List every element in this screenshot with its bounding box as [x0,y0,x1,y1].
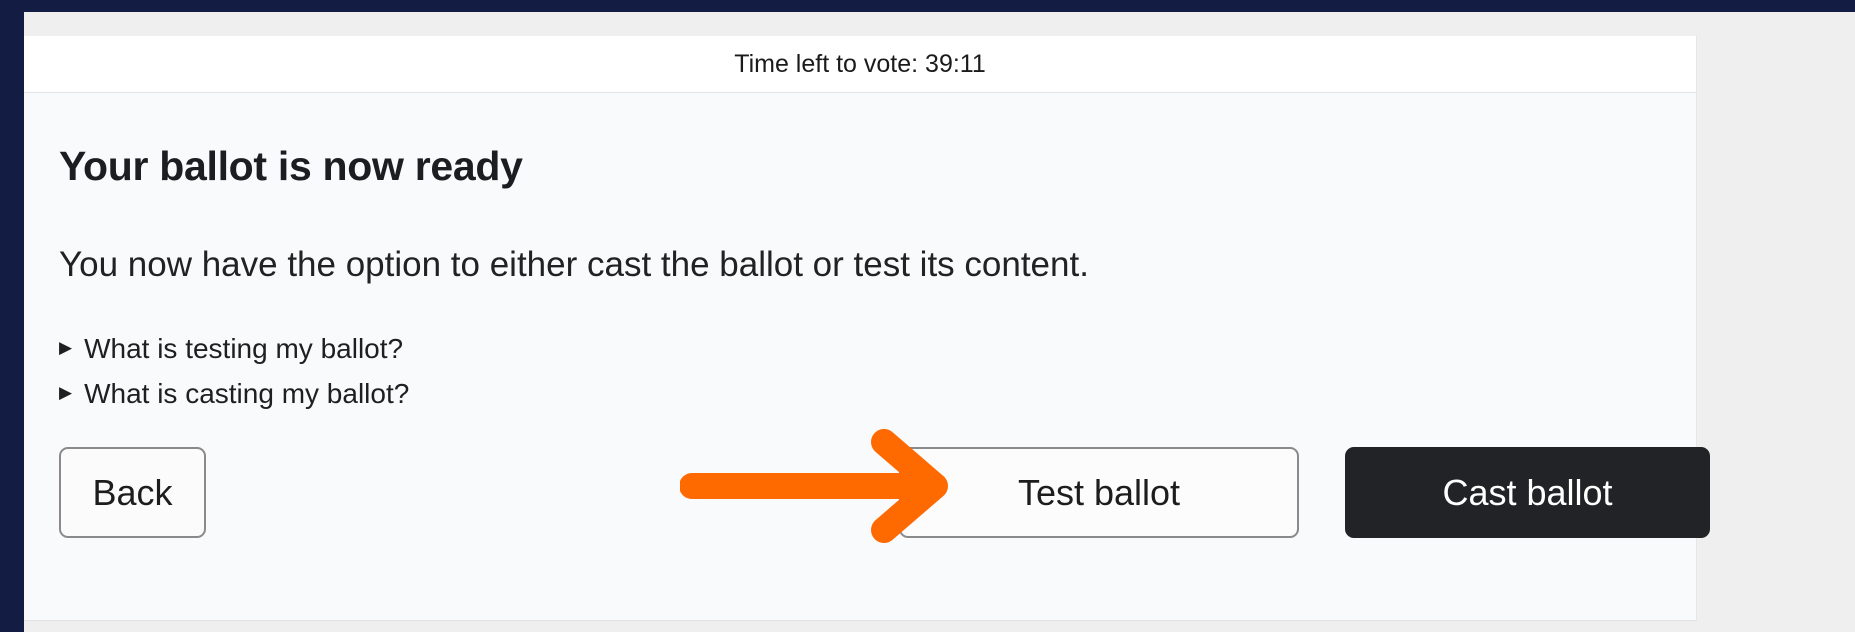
ballot-content: Your ballot is now ready You now have th… [59,93,1710,620]
back-button[interactable]: Back [59,447,206,538]
browser-viewport: Time left to vote: 39:11 Your ballot is … [24,12,1855,632]
time-left-label: Time left to vote: 39:11 [734,49,986,78]
ballot-panel: Time left to vote: 39:11 Your ballot is … [24,36,1710,621]
testing-info-disclosure[interactable]: ▶ What is testing my ballot? [59,333,403,365]
page-title: Your ballot is now ready [59,143,523,189]
disclosure-triangle-icon: ▶ [59,383,73,402]
disclosure-label: What is testing my ballot? [84,333,404,364]
ballot-description: You now have the option to either cast t… [59,245,1089,284]
disclosure-label: What is casting my ballot? [84,378,410,409]
timer-bar: Time left to vote: 39:11 [24,36,1696,93]
cast-ballot-button[interactable]: Cast ballot [1345,447,1710,538]
disclosure-triangle-icon: ▶ [59,338,73,357]
casting-info-disclosure[interactable]: ▶ What is casting my ballot? [59,378,409,410]
test-ballot-button[interactable]: Test ballot [899,447,1299,538]
